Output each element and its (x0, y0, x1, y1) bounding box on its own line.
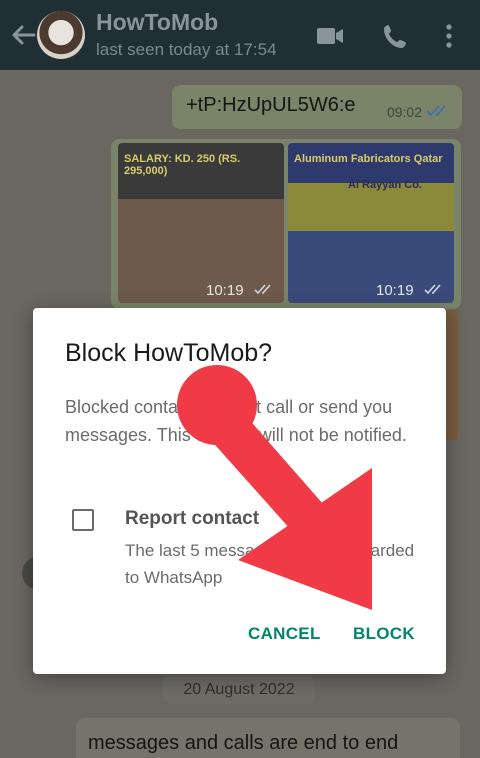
report-contact-description: The last 5 messages will be forwarded to… (125, 541, 415, 587)
image-title: SALARY: KD. 250 (RS. 295,000) (124, 153, 241, 177)
message-text: +tP:HzUpUL5W6:e (186, 94, 356, 116)
more-vert-icon[interactable] (437, 22, 461, 50)
message-time: 09:02 (386, 104, 422, 120)
job-image-2[interactable]: Aluminum Fabricators Qatar Al Rayyan Co.… (288, 143, 454, 303)
avatar[interactable] (37, 11, 85, 59)
read-ticks-icon (426, 105, 446, 117)
job-image-1[interactable]: SALARY: KD. 250 (RS. 295,000) 10:19 (118, 143, 284, 303)
image-time: 10:19 (376, 282, 414, 299)
last-seen-status: last seen today at 17:54 (96, 40, 277, 59)
outgoing-message[interactable]: +tP:HzUpUL5W6:e 09:02 (172, 85, 462, 129)
dialog-title: Block HowToMob? (65, 339, 273, 367)
report-contact-label[interactable]: Report contact (125, 508, 259, 530)
video-call-icon[interactable] (316, 22, 344, 50)
block-contact-dialog: Block HowToMob? Blocked contacts will no… (33, 308, 446, 674)
cancel-button[interactable]: CANCEL (248, 624, 321, 644)
read-ticks-icon (254, 284, 271, 295)
chat-header: HowToMob last seen today at 17:54 (0, 0, 480, 70)
date-chip: 20 August 2022 (163, 676, 315, 704)
phone-icon[interactable] (382, 22, 410, 50)
back-arrow-icon[interactable] (8, 20, 38, 50)
block-button[interactable]: BLOCK (353, 624, 415, 644)
read-ticks-icon (424, 284, 441, 295)
image-subtitle: Al Rayyan Co. (348, 179, 422, 191)
report-contact-checkbox[interactable] (72, 509, 94, 531)
image-title: Aluminum Fabricators Qatar (294, 153, 443, 165)
contact-name[interactable]: HowToMob (96, 9, 218, 36)
encryption-notice[interactable]: messages and calls are end to end (76, 718, 460, 758)
encryption-notice-text: messages and calls are end to end (88, 732, 399, 754)
dialog-message: Blocked contacts will not call or send y… (65, 397, 407, 445)
image-time: 10:19 (206, 282, 244, 299)
